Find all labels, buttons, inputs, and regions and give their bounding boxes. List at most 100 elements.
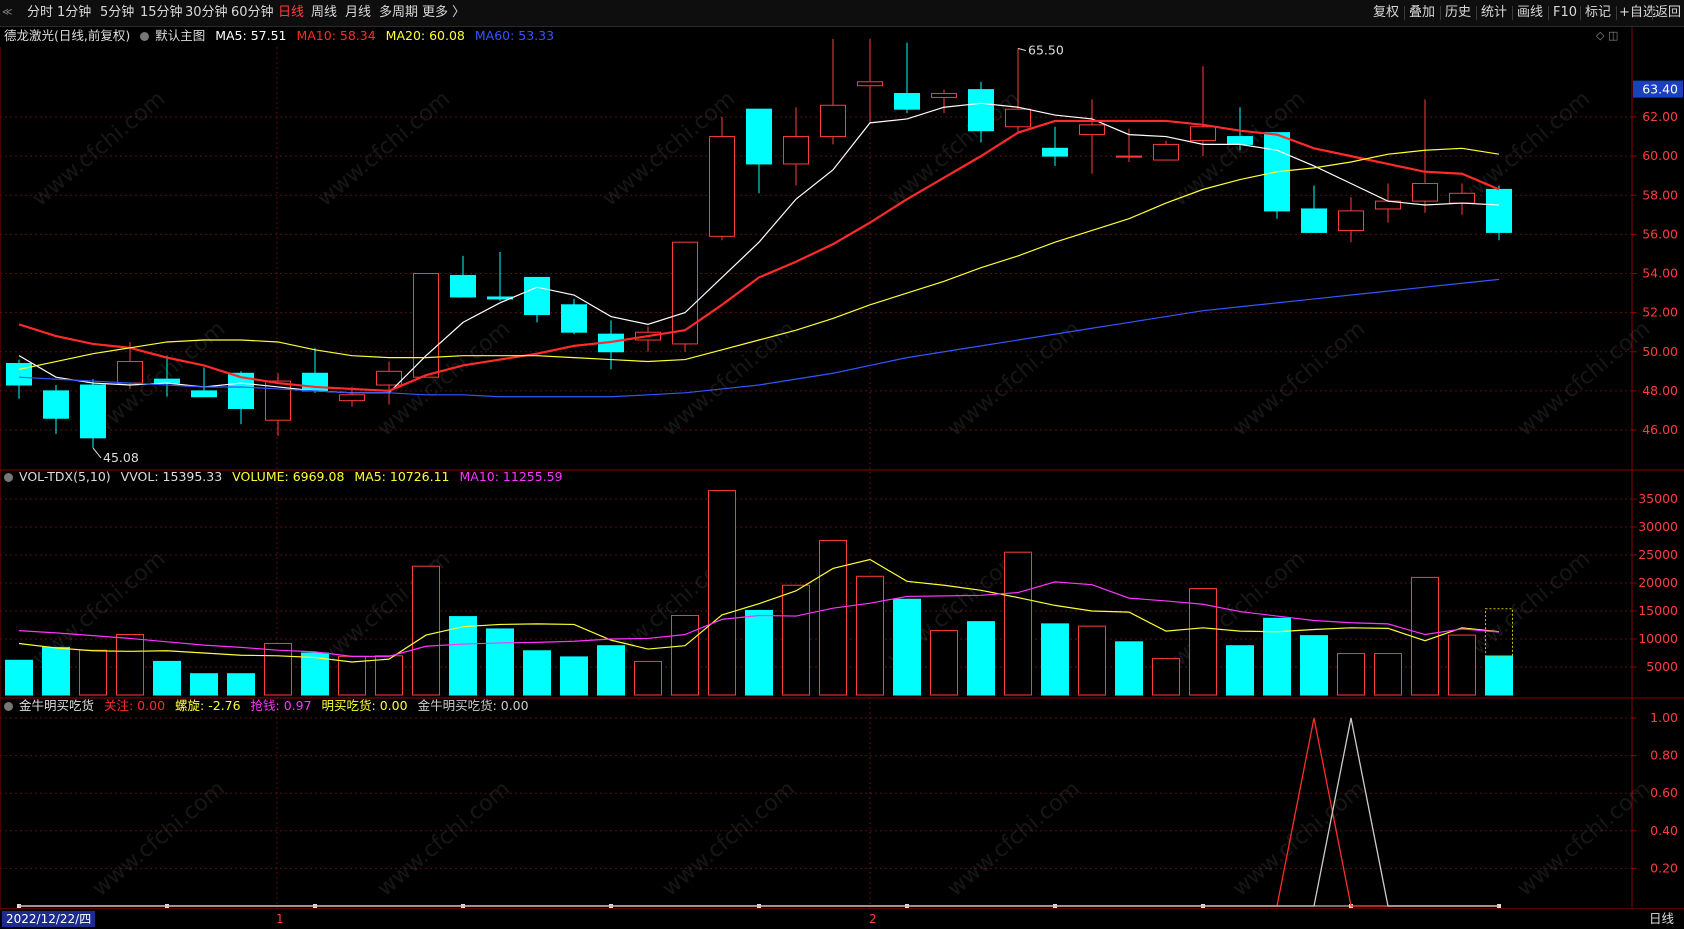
candle-body: [80, 384, 106, 439]
overlay-button[interactable]: 叠加: [1409, 4, 1435, 22]
candle-body: [6, 362, 32, 386]
stock-label: 德龙激光(日线,前复权): [4, 28, 131, 43]
ma5-label: MA5: 57.51: [215, 28, 287, 43]
volume-bar: [153, 660, 181, 696]
annotation-pointer: [92, 447, 102, 459]
stats-button[interactable]: 统计: [1481, 4, 1507, 22]
candle-body: [117, 361, 143, 384]
volume-bar: [1337, 653, 1365, 696]
candle-body: [1079, 124, 1105, 136]
volume-bar: [116, 634, 144, 696]
candle-body: [1042, 147, 1068, 157]
candle-body: [376, 370, 402, 386]
tab-more[interactable]: 更多 〉: [422, 4, 465, 22]
volume-bar: [301, 652, 329, 696]
volume-bar: [227, 673, 255, 696]
indicator-tick-label: 0.40: [1650, 823, 1678, 838]
candle-body: [561, 304, 587, 333]
f10-button[interactable]: F10: [1553, 4, 1577, 22]
kline-chart[interactable]: 46.00 48.00 50.00 52.00 54.00 56.00 58.00 60.00…: [0, 27, 1684, 908]
mark-button[interactable]: 标记: [1585, 4, 1611, 22]
indicator-info-line: 金牛明买吃货 关注: 0.00 螺旋: -2.76 抢钱: 0.97 明买吃货:…: [4, 698, 535, 714]
volume-value: VOLUME: 6969.08: [232, 469, 345, 484]
candle-body: [1338, 210, 1364, 231]
candle-body: [857, 81, 883, 87]
fuquan-button[interactable]: 复权: [1373, 4, 1399, 22]
volume-bar: [856, 575, 884, 696]
watermark-text: www.cfchi.com: [943, 316, 1085, 441]
candle-body: [450, 274, 476, 298]
price-tick-label: 62.00: [1642, 109, 1678, 124]
tab-daily[interactable]: 日线: [278, 4, 304, 22]
tab-weekly[interactable]: 周线: [311, 4, 337, 22]
volume-bar: [1115, 641, 1143, 696]
panel-controls[interactable]: ◇ ◫: [1596, 28, 1618, 44]
watermark-text: www.cfchi.com: [1228, 316, 1370, 441]
tab-5min[interactable]: 5分钟: [100, 4, 134, 22]
history-button[interactable]: 历史: [1445, 4, 1471, 22]
ma10-label: MA10: 58.34: [296, 28, 376, 43]
tab-1min[interactable]: 1分钟: [57, 4, 91, 22]
watermark-text: www.cfchi.com: [313, 86, 455, 211]
month-marker-2: 2: [869, 912, 877, 926]
time-axis-bar: 2022/12/22/四 1 2 日线: [0, 908, 1684, 929]
watermark-text: www.cfchi.com: [1513, 776, 1655, 901]
candle-body: [524, 276, 550, 316]
candle-body: [968, 89, 994, 132]
ma60-label: MA60: 53.33: [474, 28, 555, 43]
volume-info-line: VOL-TDX(5,10) VVOL: 15395.33 VOLUME: 696…: [4, 469, 569, 485]
vvol-label: VVOL: 15395.33: [120, 469, 223, 484]
high-price-label: 65.50: [1028, 43, 1064, 58]
volume-bar: [967, 621, 995, 696]
add-watchlist-button[interactable]: +自选: [1619, 4, 1656, 22]
month-marker-1: 1: [276, 912, 284, 926]
candle-body: [1301, 208, 1327, 233]
volume-bar: [190, 673, 218, 696]
volume-tick-label: 30000: [1638, 519, 1678, 534]
mingmai-label: 明买吃货: 0.00: [321, 698, 408, 713]
tab-60min[interactable]: 60分钟: [231, 4, 274, 22]
ma20-label: MA20: 60.08: [385, 28, 465, 43]
volume-bar: [412, 565, 440, 696]
volume-bar: [1226, 645, 1254, 696]
period-label[interactable]: 日线: [1649, 911, 1674, 927]
tab-monthly[interactable]: 月线: [345, 4, 371, 22]
back-button[interactable]: 返回: [1655, 4, 1681, 22]
volume-toggle-icon[interactable]: [4, 473, 13, 482]
candle-body: [1449, 192, 1475, 204]
candle-body: [709, 136, 735, 237]
tab-fenshi[interactable]: 分时: [27, 4, 53, 22]
volume-bar: [597, 645, 625, 696]
annotation-pointer: [1017, 48, 1027, 52]
candle-body: [931, 93, 957, 98]
price-tick-label: 50.00: [1642, 344, 1678, 359]
toolbar-menu-icon[interactable]: ≪: [2, 4, 14, 22]
volume-bar: [5, 659, 33, 696]
volume-bar: [560, 656, 588, 696]
volume-bar: [1078, 625, 1106, 696]
template-label[interactable]: 默认主图: [155, 28, 205, 43]
candle-body: [339, 394, 365, 402]
tab-30min[interactable]: 30分钟: [185, 4, 228, 22]
template-toggle-icon[interactable]: [140, 32, 150, 41]
indicator-toggle-icon[interactable]: [4, 702, 13, 711]
volume-bar: [1004, 551, 1032, 696]
volume-bar: [1374, 653, 1402, 696]
candle-body: [1227, 136, 1253, 145]
volume-tick-label: 5000: [1646, 659, 1678, 674]
volume-bar: [1411, 576, 1439, 696]
qiangqian-label: 抢钱: 0.97: [250, 698, 312, 713]
tab-15min[interactable]: 15分钟: [140, 4, 183, 22]
volume-bar: [375, 655, 403, 696]
jinniu-label: 金牛明买吃货: 0.00: [417, 698, 529, 713]
volume-tick-label: 20000: [1638, 575, 1678, 590]
draw-button[interactable]: 画线: [1517, 4, 1543, 22]
volume-tick-label: 25000: [1638, 547, 1678, 562]
candle-body: [43, 390, 69, 419]
volume-bar: [930, 630, 958, 696]
last-price-tag-text: 63.40: [1642, 82, 1678, 97]
watermark-text: www.cfchi.com: [88, 776, 230, 901]
tab-multi-period[interactable]: 多周期: [379, 4, 418, 22]
vol-ma5-label: MA5: 10726.11: [354, 469, 450, 484]
indicator-tick-label: 1.00: [1650, 710, 1678, 725]
